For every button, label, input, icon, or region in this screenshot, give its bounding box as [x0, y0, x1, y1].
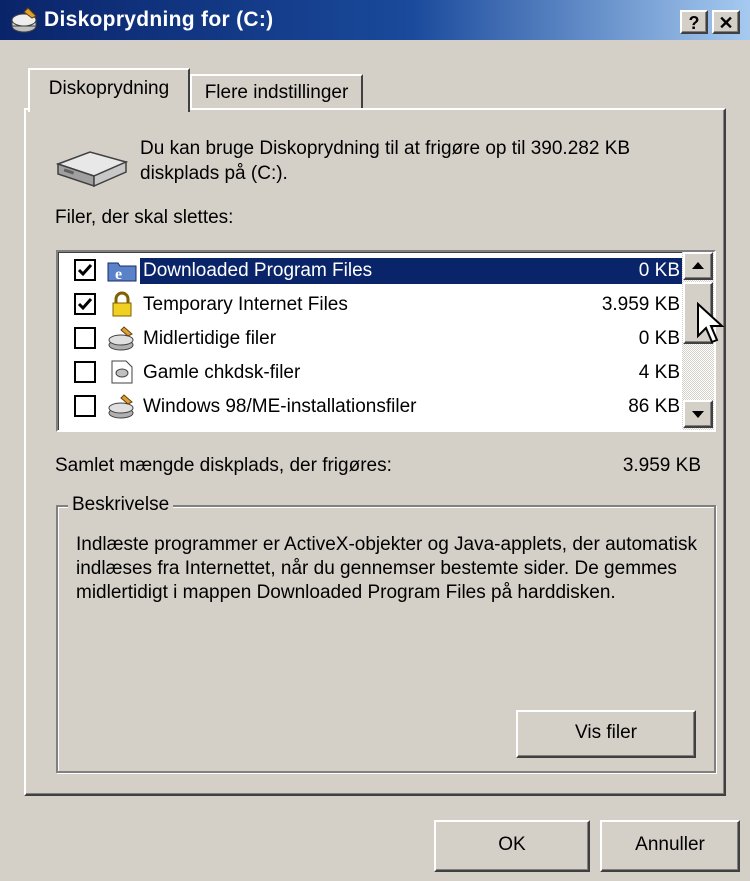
arrow-up-icon: [692, 262, 704, 269]
file-name: Temporary Internet Files: [143, 294, 348, 315]
files-label: Filer, der skal slettes:: [55, 207, 234, 228]
list-item[interactable]: Gamle chkdsk-filer 4 KB: [64, 356, 684, 388]
title-bar[interactable]: Diskoprydning for (C:) ? ✕: [0, 0, 750, 40]
file-name: Downloaded Program Files: [140, 258, 376, 284]
list-item[interactable]: Midlertidige filer 0 KB: [64, 322, 684, 354]
checkbox[interactable]: [74, 361, 96, 383]
cancel-button[interactable]: Annuller: [600, 820, 740, 872]
file-name: Midlertidige filer: [143, 328, 277, 349]
scroll-down-button[interactable]: [683, 400, 713, 428]
file-name: Gamle chkdsk-filer: [143, 362, 301, 383]
file-size: 4 KB: [638, 362, 680, 383]
checkbox[interactable]: [74, 293, 96, 315]
info-text: Du kan bruge Diskoprydning til at frigør…: [140, 136, 700, 186]
mouse-cursor-icon: [697, 302, 725, 344]
recycle-icon: [108, 394, 134, 419]
file-size: 3.959 KB: [601, 294, 680, 315]
list-item[interactable]: Windows 98/ME-installationsfiler 86 KB: [64, 390, 684, 422]
scroll-up-button[interactable]: [683, 252, 713, 280]
check-icon: [77, 264, 93, 277]
file-icon: [111, 360, 133, 384]
info-line-2: diskplads på (C:).: [140, 163, 288, 184]
file-size: 0 KB: [638, 260, 680, 281]
files-listbox[interactable]: e Downloaded Program Files 0 KB Temporar…: [56, 250, 716, 432]
checkbox[interactable]: [74, 327, 96, 349]
total-label: Samlet mængde diskplads, der frigøres:: [55, 455, 392, 476]
disk-cleanup-icon: [11, 7, 37, 33]
close-button[interactable]: ✕: [712, 10, 740, 34]
description-title: Beskrivelse: [68, 494, 174, 516]
recycle-icon: [108, 326, 134, 351]
tab-flere-indstillinger[interactable]: Flere indstillinger: [190, 74, 363, 110]
ie-folder-icon: e: [107, 262, 137, 283]
checkbox[interactable]: [74, 259, 96, 281]
hard-disk-icon: [55, 151, 129, 188]
help-button[interactable]: ?: [680, 10, 708, 34]
checkbox[interactable]: [74, 395, 96, 417]
check-icon: [77, 298, 93, 311]
view-files-button[interactable]: Vis filer: [516, 710, 696, 758]
description-text: Indlæste programmer er ActiveX-objekter …: [76, 534, 697, 603]
tab-diskoprydning[interactable]: Diskoprydning: [28, 68, 190, 112]
list-item[interactable]: Temporary Internet Files 3.959 KB: [64, 288, 684, 320]
lock-icon: [112, 291, 132, 317]
info-line-1: Du kan bruge Diskoprydning til at frigør…: [140, 138, 631, 159]
window-title: Diskoprydning for (C:): [44, 8, 274, 31]
arrow-down-icon: [692, 411, 704, 418]
file-name: Windows 98/ME-installationsfiler: [143, 396, 417, 417]
ok-button[interactable]: OK: [434, 820, 590, 872]
svg-text:e: e: [115, 266, 122, 283]
list-item[interactable]: e Downloaded Program Files 0 KB: [64, 254, 690, 286]
file-size: 0 KB: [638, 328, 680, 349]
total-value: 3.959 KB: [622, 455, 701, 476]
file-size: 86 KB: [628, 396, 680, 417]
